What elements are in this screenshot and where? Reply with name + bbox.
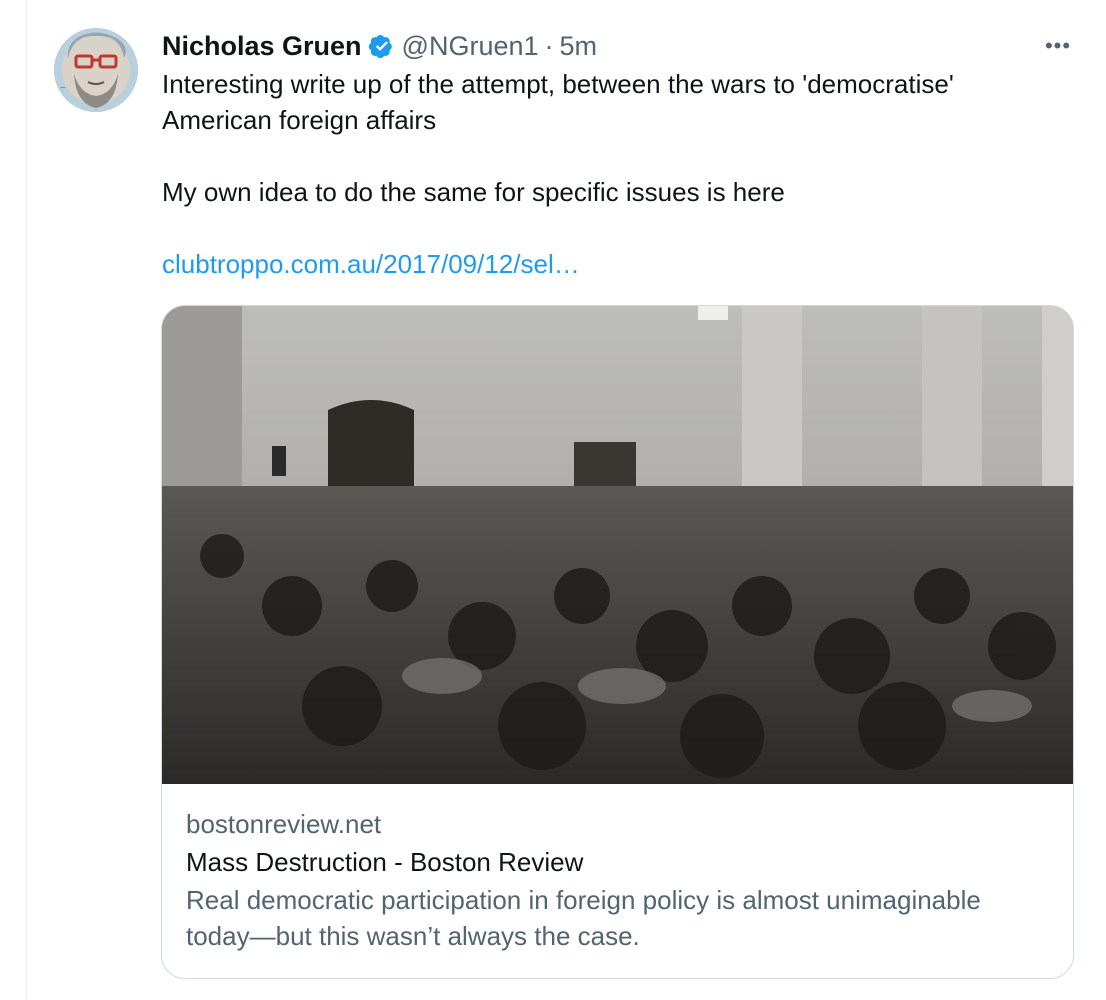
tweet-text-line: Interesting write up of the attempt, bet… xyxy=(162,69,954,99)
tweet-text: Interesting write up of the attempt, bet… xyxy=(162,66,1062,282)
avatar[interactable]: ~ xyxy=(54,28,138,112)
separator-dot: · xyxy=(544,30,554,61)
more-options-icon[interactable]: ••• xyxy=(1038,30,1078,62)
card-description: Real democratic participation in foreign… xyxy=(186,885,981,915)
link-preview-card[interactable]: bostonreview.net Mass Destruction - Bost… xyxy=(161,305,1074,979)
timestamp[interactable]: 5m xyxy=(560,31,598,62)
author-name[interactable]: Nicholas Gruen xyxy=(162,31,362,62)
author-handle[interactable]: @NGruen1 xyxy=(402,31,539,62)
card-meta: bostonreview.net Mass Destruction - Bost… xyxy=(186,806,1056,954)
card-description: today—but this wasn’t always the case. xyxy=(186,921,640,951)
svg-text:~: ~ xyxy=(60,84,66,92)
tweet-text-line: American foreign affairs xyxy=(162,105,437,135)
verified-badge-icon xyxy=(368,32,396,60)
card-domain: bostonreview.net xyxy=(186,809,382,839)
avatar-image: ~ xyxy=(54,28,138,112)
tweet-text-line: My own idea to do the same for specific … xyxy=(162,177,785,207)
tweet-link[interactable]: clubtroppo.com.au/2017/09/12/sel… xyxy=(162,249,580,279)
tweet-header: Nicholas Gruen @NGruen1 · 5m xyxy=(162,28,597,64)
card-image[interactable] xyxy=(162,306,1073,784)
card-title: Mass Destruction - Boston Review xyxy=(186,847,584,877)
